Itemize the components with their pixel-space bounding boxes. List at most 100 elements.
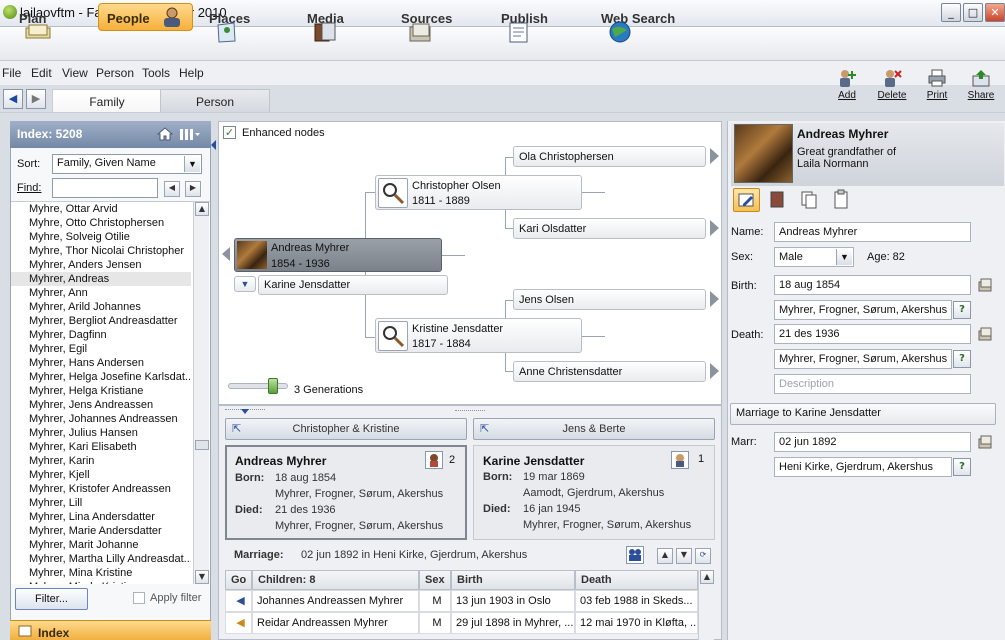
parents-tab-husband[interactable]: ⇱ Christopher & Kristine xyxy=(225,418,467,440)
index-list-item[interactable]: Myhre, Ottar Arvid xyxy=(11,202,191,216)
tab-people[interactable]: People xyxy=(98,3,193,31)
home-icon[interactable] xyxy=(157,127,173,141)
index-list-item[interactable]: Myhrer, Arild Johannes xyxy=(11,300,191,314)
wife-card[interactable]: Karine Jensdatter Born: 19 mar 1869 Aamo… xyxy=(473,445,715,540)
marriage-date-field[interactable]: 02 jun 1892 xyxy=(774,432,971,452)
media-button[interactable] xyxy=(765,188,792,212)
index-list-item[interactable]: Myhrer, Kari Elisabeth xyxy=(11,440,191,454)
death-place-field[interactable]: Myhrer, Frogner, Sørum, Akershus xyxy=(774,349,952,369)
col-sex[interactable]: Sex xyxy=(419,570,451,590)
expand-arrow[interactable] xyxy=(710,220,719,236)
index-list-item[interactable]: Myhrer, Mina Kristine xyxy=(11,566,191,580)
index-list-item[interactable]: Myhrer, Egil xyxy=(11,342,191,356)
index-list-item[interactable]: Myhrer, Helga Kristiane xyxy=(11,384,191,398)
index-list-item[interactable]: Myhrer, Bergliot Andreasdatter xyxy=(11,314,191,328)
spouses-icon[interactable] xyxy=(425,451,443,469)
menu-file[interactable]: File xyxy=(2,66,21,80)
generations-slider[interactable] xyxy=(228,383,288,389)
index-list-item[interactable]: Myhrer, Minda Kristine xyxy=(11,580,191,584)
birth-place-field[interactable]: Myhrer, Frogner, Sørum, Akershus xyxy=(774,300,952,320)
mgm-node[interactable]: Anne Christensdatter xyxy=(513,361,706,382)
index-list-item[interactable]: Myhrer, Lina Andersdatter xyxy=(11,510,191,524)
sex-select[interactable]: Male ▼ xyxy=(774,247,854,267)
back-button[interactable]: ◀ xyxy=(3,89,23,109)
col-death[interactable]: Death xyxy=(575,570,698,590)
index-list-item[interactable]: Myhrer, Karin xyxy=(11,454,191,468)
tab-person[interactable]: Person xyxy=(160,89,270,113)
move-down-button[interactable]: ▼ xyxy=(676,548,692,564)
father-node[interactable]: Christopher Olsen 1811 - 1889 xyxy=(375,175,582,210)
index-list-item[interactable]: Myhrer, Ann xyxy=(11,286,191,300)
index-list-item[interactable]: Myhrer, Jens Andreassen xyxy=(11,398,191,412)
scroll-thumb[interactable] xyxy=(195,440,209,450)
find-prev-button[interactable]: ◀ xyxy=(164,181,180,197)
child-name[interactable]: Reidar Andreassen Myhrer xyxy=(252,612,419,634)
index-list-item[interactable]: Myhrer, Dagfinn xyxy=(11,328,191,342)
index-list-item[interactable]: Myhre, Otto Christophersen xyxy=(11,216,191,230)
expand-arrow[interactable] xyxy=(710,148,719,164)
add-button[interactable]: Add xyxy=(827,68,867,101)
refresh-icon[interactable]: ⟳ xyxy=(695,548,711,564)
scroll-up-button[interactable]: ▲ xyxy=(195,202,209,216)
index-list-item[interactable]: Myhrer, Julius Hansen xyxy=(11,426,191,440)
tab-family[interactable]: Family xyxy=(52,89,162,113)
columns-icon[interactable] xyxy=(179,127,201,141)
tab-sources[interactable]: Sources xyxy=(392,3,484,42)
generations-slider-thumb[interactable] xyxy=(268,378,278,394)
spouse-node[interactable]: Karine Jensdatter xyxy=(258,275,448,295)
index-list-item[interactable]: Myhrer, Helga Josefine Karlsdat... xyxy=(11,370,191,384)
share-button[interactable]: Share xyxy=(961,68,1001,101)
focus-person-node[interactable]: Andreas Myhrer 1854 - 1936 xyxy=(234,238,442,272)
expand-arrow[interactable] xyxy=(710,291,719,307)
spouse-dropdown-button[interactable]: ▼ xyxy=(234,276,256,292)
couple-icon[interactable] xyxy=(626,546,644,564)
source-citation-icon[interactable] xyxy=(977,277,993,293)
tab-web-search[interactable]: Web Search xyxy=(592,3,712,43)
maximize-button[interactable]: □ xyxy=(963,3,983,22)
col-children[interactable]: Children: 8 xyxy=(252,570,419,590)
splitter-dots[interactable] xyxy=(455,410,485,411)
pgf-node[interactable]: Ola Christophersen xyxy=(513,146,706,167)
index-list-item[interactable]: Myhrer, Marit Johanne xyxy=(11,538,191,552)
tab-places[interactable]: Places xyxy=(200,3,280,43)
index-list-item[interactable]: Myhre, Solveig Otilie xyxy=(11,230,191,244)
sort-select[interactable]: Family, Given Name ▼ xyxy=(52,154,202,174)
name-field[interactable]: Andreas Myhrer xyxy=(774,222,971,242)
mgf-node[interactable]: Jens Olsen xyxy=(513,289,706,310)
filter-button[interactable]: Filter... xyxy=(15,588,88,610)
find-next-button[interactable]: ▶ xyxy=(185,181,201,197)
index-list-item[interactable]: Myhrer, Johannes Andreassen xyxy=(11,412,191,426)
collapse-panel-arrow[interactable] xyxy=(211,140,216,150)
tasks-button[interactable] xyxy=(829,188,856,212)
description-field[interactable]: Description xyxy=(774,374,971,394)
close-button[interactable]: ✕ xyxy=(985,3,1005,22)
menu-person[interactable]: Person xyxy=(96,66,134,80)
place-lookup-button[interactable]: ? xyxy=(953,458,971,476)
older-generation-arrow[interactable] xyxy=(222,247,230,261)
mother-node[interactable]: Kristine Jensdatter 1817 - 1884 xyxy=(375,318,582,353)
menu-tools[interactable]: Tools xyxy=(142,66,170,80)
index-list-item[interactable]: Myhrer, Kjell xyxy=(11,468,191,482)
spouses-icon[interactable] xyxy=(671,451,689,469)
parents-tab-wife[interactable]: ⇱ Jens & Berte xyxy=(473,418,715,440)
death-date-field[interactable]: 21 des 1936 xyxy=(774,324,971,344)
source-citation-icon[interactable] xyxy=(977,434,993,450)
move-up-button[interactable]: ▲ xyxy=(657,548,673,564)
index-list-item[interactable]: Myhrer, Hans Andersen xyxy=(11,356,191,370)
apply-filter-checkbox[interactable] xyxy=(133,592,145,604)
source-citation-icon[interactable] xyxy=(977,326,993,342)
go-child-button[interactable]: ◀ xyxy=(225,590,252,612)
place-lookup-button[interactable]: ? xyxy=(953,301,971,319)
children-scrollbar[interactable]: ▲ xyxy=(698,570,714,640)
scroll-down-button[interactable]: ▼ xyxy=(195,570,209,584)
index-scrollbar[interactable]: ▲ ▼ xyxy=(193,202,209,584)
index-list[interactable]: Myhre, Ottar Arvid Myhre, Otto Christophe… xyxy=(11,201,210,584)
tab-media[interactable]: Media xyxy=(298,3,378,42)
index-list-item[interactable]: Myhre, Thor Nicolai Christopher xyxy=(11,244,191,258)
index-list-item[interactable]: Myhrer, Kristofer Andreassen xyxy=(11,482,191,496)
scroll-up-button[interactable]: ▲ xyxy=(700,570,714,584)
minimize-button[interactable]: _ xyxy=(941,3,961,22)
menu-edit[interactable]: Edit xyxy=(31,66,52,80)
place-lookup-button[interactable]: ? xyxy=(953,350,971,368)
tab-publish[interactable]: Publish xyxy=(492,3,582,43)
